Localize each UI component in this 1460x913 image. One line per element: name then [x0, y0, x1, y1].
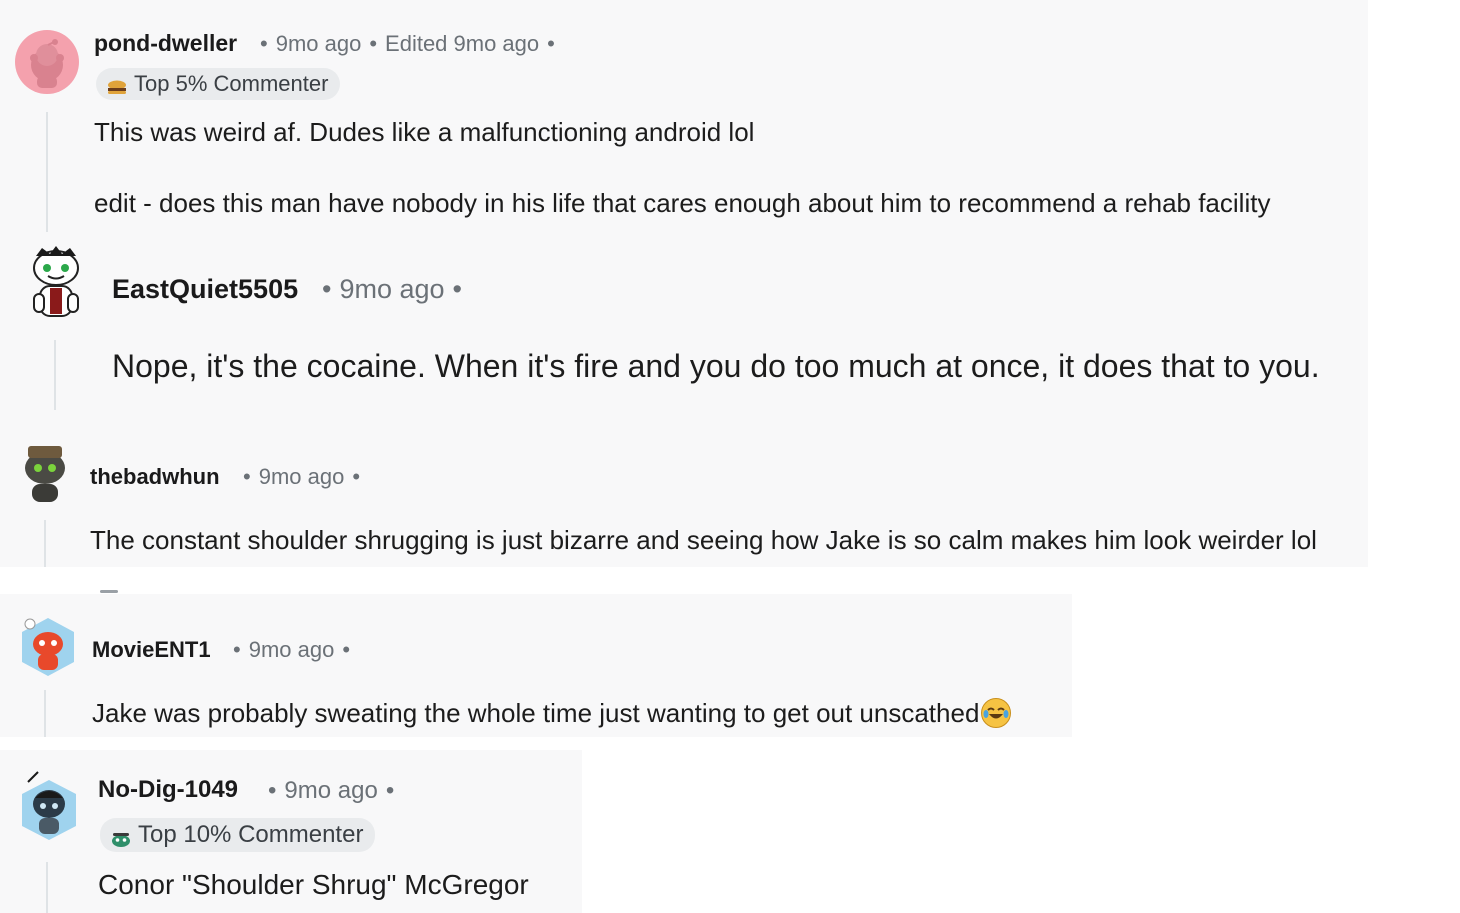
- dot-separator: •: [233, 637, 241, 662]
- separator-fragment: [100, 590, 118, 593]
- snoo-face-icon: [110, 827, 132, 847]
- username[interactable]: thebadwhun: [90, 464, 220, 490]
- dot-separator: •: [268, 777, 277, 804]
- dot-separator: •: [547, 31, 555, 56]
- dot-separator: •: [342, 637, 351, 662]
- comment-meta: • 9mo ago • Edited 9mo ago •: [260, 31, 563, 57]
- dot-separator: •: [385, 777, 395, 804]
- timestamp[interactable]: 9mo ago: [284, 777, 377, 804]
- comment-meta: • 9mo ago •: [243, 464, 368, 490]
- dot-separator: •: [260, 31, 268, 56]
- comment-body: Nope, it's the cocaine. When it's fire a…: [112, 348, 1320, 384]
- snoo-avatar-icon: [22, 618, 74, 676]
- comment-body: This was weird af. Dudes like a malfunct…: [94, 117, 755, 147]
- flair-label: Top 5% Commenter: [134, 71, 329, 96]
- snoo-avatar-icon: [33, 246, 79, 317]
- timestamp[interactable]: 9mo ago: [339, 274, 444, 304]
- user-flair: Top 10% Commenter: [100, 818, 376, 852]
- snoo-avatar-icon: [25, 446, 65, 502]
- comment-meta: • 9mo ago •: [322, 274, 470, 305]
- timestamp[interactable]: 9mo ago: [276, 31, 362, 56]
- comment-body-edit: edit - does this man have nobody in his …: [94, 188, 1271, 218]
- avatar[interactable]: [18, 770, 80, 844]
- avatar[interactable]: [18, 614, 78, 680]
- username[interactable]: EastQuiet5505: [112, 274, 298, 305]
- laughing-tears-emoji-icon: [981, 698, 1012, 728]
- timestamp[interactable]: 9mo ago: [259, 464, 345, 489]
- comment-meta: • 9mo ago •: [268, 777, 402, 805]
- username[interactable]: pond-dweller: [94, 30, 237, 57]
- username[interactable]: MovieENT1: [92, 637, 211, 663]
- user-flair: Top 5% Commenter: [96, 68, 341, 100]
- dot-separator: •: [322, 274, 332, 304]
- edited-label: Edited 9mo ago: [385, 31, 540, 56]
- thread-line[interactable]: [54, 340, 56, 410]
- burger-icon: [106, 76, 128, 94]
- dot-separator: •: [243, 464, 251, 489]
- dot-separator: •: [369, 31, 378, 56]
- comment-text: Jake was probably sweating the whole tim…: [92, 698, 980, 728]
- comment-meta: • 9mo ago •: [233, 637, 358, 663]
- comment-body: The constant shoulder shrugging is just …: [90, 525, 1317, 555]
- flair-label: Top 10% Commenter: [138, 821, 364, 848]
- snoo-avatar-icon: [30, 39, 64, 88]
- avatar[interactable]: [16, 442, 74, 504]
- thread-line[interactable]: [44, 690, 46, 737]
- comment-body: Jake was probably sweating the whole tim…: [92, 698, 1012, 729]
- thread-line[interactable]: [46, 862, 48, 913]
- thread-line[interactable]: [44, 520, 46, 567]
- comment-body: Conor "Shoulder Shrug" McGregor: [98, 869, 529, 900]
- thread-line[interactable]: [46, 112, 48, 232]
- dot-separator: •: [352, 464, 361, 489]
- dot-separator: •: [452, 274, 462, 304]
- username[interactable]: No-Dig-1049: [98, 776, 238, 804]
- timestamp[interactable]: 9mo ago: [249, 637, 335, 662]
- avatar[interactable]: [15, 30, 79, 94]
- avatar[interactable]: [20, 244, 92, 322]
- snoo-avatar-icon: [22, 771, 76, 840]
